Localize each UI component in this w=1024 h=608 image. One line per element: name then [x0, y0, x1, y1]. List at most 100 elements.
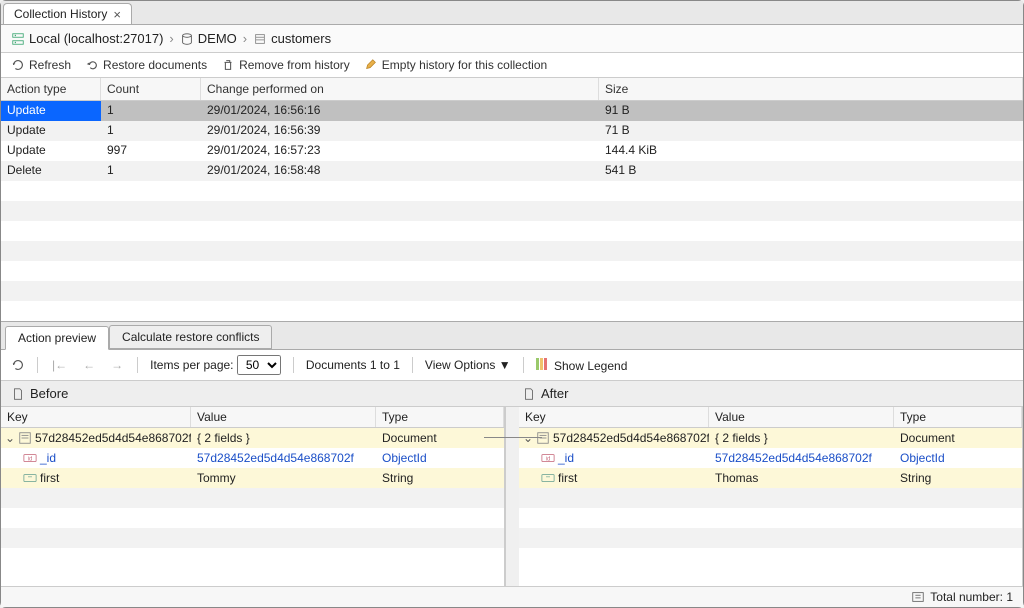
cell-size: 71 B [599, 121, 1023, 141]
cell-size: 91 B [599, 101, 1023, 121]
breadcrumb-database[interactable]: DEMO [180, 31, 237, 46]
broom-icon [364, 58, 378, 72]
documents-range: Documents 1 to 1 [306, 358, 400, 372]
breadcrumb-collection[interactable]: customers [253, 31, 331, 46]
tree-value: Tommy [191, 471, 376, 485]
tree-row[interactable]: ⌄57d28452ed5d4d54e868702f{ 2 fields }Doc… [519, 428, 1022, 448]
header-change-performed[interactable]: Change performed on [201, 78, 599, 100]
tree-type: String [376, 471, 504, 485]
tree-row[interactable]: id_id57d28452ed5d4d54e868702fObjectId [519, 448, 1022, 468]
string-icon: "" [541, 471, 555, 485]
separator [523, 357, 524, 373]
tree-row [1, 488, 504, 508]
tree-key: ⌄57d28452ed5d4d54e868702f [1, 431, 191, 445]
cell-action [1, 281, 101, 301]
cell-change: 29/01/2024, 16:56:16 [201, 101, 599, 121]
svg-text:"": "" [28, 476, 32, 483]
cell-change: 29/01/2024, 16:58:48 [201, 161, 599, 181]
tree-type: String [894, 471, 1022, 485]
separator [37, 357, 38, 373]
breadcrumb-database-label: DEMO [198, 31, 237, 46]
history-row [1, 181, 1023, 201]
svg-text:id: id [546, 456, 551, 463]
tree-key: ""first [519, 471, 709, 485]
tab-calculate-conflicts[interactable]: Calculate restore conflicts [109, 325, 272, 349]
database-icon [180, 32, 194, 46]
tab-collection-history[interactable]: Collection History × [3, 3, 132, 24]
history-row[interactable]: Delete129/01/2024, 16:58:48541 B [1, 161, 1023, 181]
header-size[interactable]: Size [599, 78, 1023, 100]
history-row [1, 281, 1023, 301]
refresh-icon[interactable] [11, 358, 25, 372]
header-value[interactable]: Value [191, 407, 376, 427]
tree-row[interactable]: ""firstTommyString [1, 468, 504, 488]
string-icon: "" [23, 471, 37, 485]
after-panel: Key Value Type ⌄57d28452ed5d4d54e868702f… [519, 407, 1023, 586]
header-action-type[interactable]: Action type [1, 78, 101, 100]
separator [412, 357, 413, 373]
refresh-button[interactable]: Refresh [11, 58, 71, 72]
preview-toolbar: |← ← → Items per page: 50 Documents 1 to… [1, 350, 1023, 381]
history-row [1, 261, 1023, 281]
close-icon[interactable]: × [113, 7, 121, 22]
header-value[interactable]: Value [709, 407, 894, 427]
undo-icon [85, 58, 99, 72]
cell-change: 29/01/2024, 16:56:39 [201, 121, 599, 141]
history-grid-body: Update129/01/2024, 16:56:1691 BUpdate129… [1, 101, 1023, 321]
cell-action [1, 181, 101, 201]
cell-count [101, 201, 201, 221]
header-count[interactable]: Count [101, 78, 201, 100]
count-icon [911, 590, 925, 604]
empty-history-button[interactable]: Empty history for this collection [364, 58, 547, 72]
cell-size [599, 221, 1023, 241]
history-row[interactable]: Update129/01/2024, 16:56:1691 B [1, 101, 1023, 121]
breadcrumb-collection-label: customers [271, 31, 331, 46]
window-tabbar: Collection History × [1, 1, 1023, 25]
cell-change [201, 221, 599, 241]
view-options-button[interactable]: View Options ▼ [425, 358, 511, 372]
tab-action-preview[interactable]: Action preview [5, 326, 109, 350]
after-label: After [541, 386, 568, 401]
cell-count [101, 241, 201, 261]
tree-value: 57d28452ed5d4d54e868702f [709, 451, 894, 465]
history-row [1, 301, 1023, 321]
cell-count [101, 221, 201, 241]
remove-from-history-button[interactable]: Remove from history [221, 58, 350, 72]
refresh-label: Refresh [29, 58, 71, 72]
preview-tabbar: Action preview Calculate restore conflic… [1, 322, 1023, 350]
tree-row[interactable]: ⌄57d28452ed5d4d54e868702f{ 2 fields }Doc… [1, 428, 504, 448]
show-legend-label: Show Legend [554, 359, 627, 373]
next-page-button[interactable]: → [109, 358, 125, 372]
scroll-gutter [505, 407, 519, 586]
history-row[interactable]: Update129/01/2024, 16:56:3971 B [1, 121, 1023, 141]
tree-row[interactable]: ""firstThomasString [519, 468, 1022, 488]
document-icon [522, 387, 536, 401]
compare-header: Before After [1, 381, 1023, 407]
header-type[interactable]: Type [376, 407, 504, 427]
cell-action [1, 261, 101, 281]
header-key[interactable]: Key [519, 407, 709, 427]
items-per-page-select[interactable]: 50 [237, 355, 281, 375]
cell-action: Update [1, 121, 101, 141]
history-row[interactable]: Update99729/01/2024, 16:57:23144.4 KiB [1, 141, 1023, 161]
expand-icon[interactable]: ⌄ [5, 431, 15, 445]
legend-bars-icon [536, 358, 547, 370]
show-legend-button[interactable]: Show Legend [536, 358, 628, 373]
cell-size [599, 181, 1023, 201]
cell-size [599, 301, 1023, 321]
tree-row[interactable]: id_id57d28452ed5d4d54e868702fObjectId [1, 448, 504, 468]
breadcrumb-connection[interactable]: Local (localhost:27017) [11, 31, 163, 46]
diff-connector [484, 437, 542, 439]
first-page-button[interactable]: |← [50, 358, 69, 372]
restore-documents-button[interactable]: Restore documents [85, 58, 207, 72]
header-key[interactable]: Key [1, 407, 191, 427]
refresh-icon [11, 58, 25, 72]
header-type[interactable]: Type [894, 407, 1022, 427]
tree-key: ⌄57d28452ed5d4d54e868702f [519, 431, 709, 445]
tree-type: ObjectId [894, 451, 1022, 465]
separator [137, 357, 138, 373]
cell-change [201, 281, 599, 301]
before-header: Before [1, 381, 512, 406]
prev-page-button[interactable]: ← [81, 358, 97, 372]
cell-action [1, 301, 101, 321]
